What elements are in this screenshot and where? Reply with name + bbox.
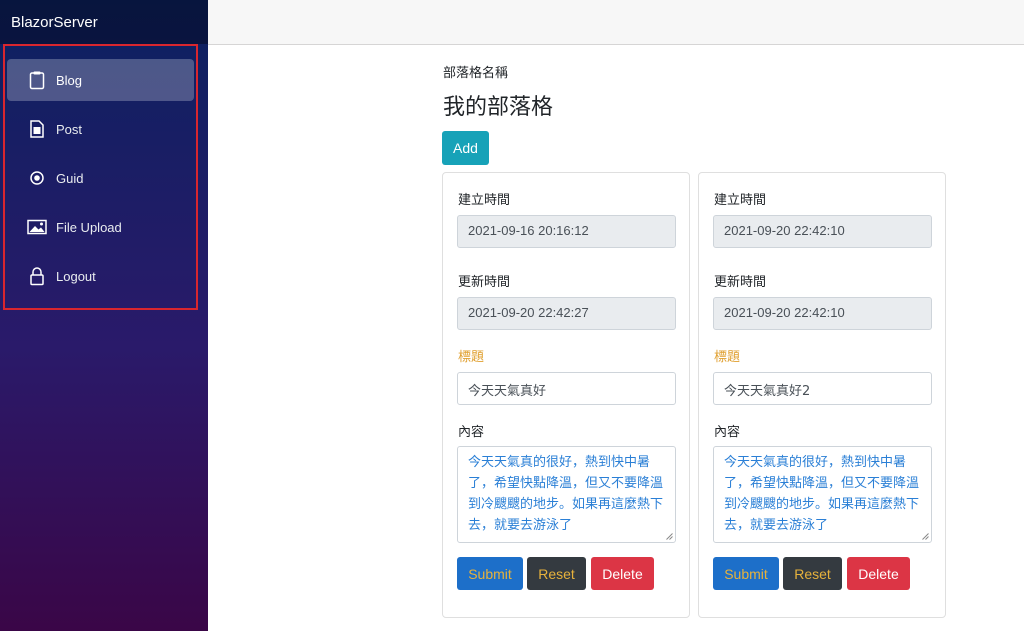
content-text: 今天天氣真的很好，熱到快中暑了，希望快點降溫，但又不要降溫到冷颼颼的地步。如果再… bbox=[468, 455, 664, 533]
image-icon bbox=[26, 216, 48, 238]
created-field: 2021-09-20 22:42:10 bbox=[713, 215, 932, 248]
top-row bbox=[208, 0, 1024, 45]
sidebar-item-label: Post bbox=[56, 121, 83, 137]
submit-button[interactable]: Submit bbox=[713, 557, 779, 590]
updated-label: 更新時間 bbox=[458, 275, 511, 290]
content-textarea[interactable]: 今天天氣真的很好，熱到快中暑了，希望快點降溫，但又不要降溫到冷颼颼的地步。如果再… bbox=[713, 446, 932, 543]
title-label: 標題 bbox=[458, 350, 485, 365]
submit-button[interactable]: Submit bbox=[457, 557, 523, 590]
blog-name-label: 部落格名稱 bbox=[443, 66, 509, 81]
lock-icon bbox=[26, 265, 48, 287]
document-icon bbox=[26, 118, 48, 140]
main-content: 部落格名稱 我的部落格 Add 建立時間 2021-09-16 20:16:12… bbox=[208, 45, 1024, 631]
radio-icon bbox=[26, 167, 48, 189]
sidebar-item-file-upload[interactable]: File Upload bbox=[7, 206, 194, 248]
created-label: 建立時間 bbox=[714, 193, 767, 208]
post-card: 建立時間 2021-09-16 20:16:12 更新時間 2021-09-20… bbox=[442, 172, 690, 618]
sidebar-item-guid[interactable]: Guid bbox=[7, 157, 194, 199]
sidebar-item-label: Logout bbox=[56, 268, 96, 284]
resize-grip-icon[interactable] bbox=[922, 533, 929, 540]
content-textarea[interactable]: 今天天氣真的很好，熱到快中暑了，希望快點降溫，但又不要降溫到冷颼颼的地步。如果再… bbox=[457, 446, 676, 543]
reset-button[interactable]: Reset bbox=[783, 557, 842, 590]
clipboard-icon bbox=[26, 69, 48, 91]
content-text: 今天天氣真的很好，熱到快中暑了，希望快點降溫，但又不要降溫到冷颼颼的地步。如果再… bbox=[724, 455, 920, 533]
reset-button[interactable]: Reset bbox=[527, 557, 586, 590]
sidebar: BlazorServer Blog Post Guid File Upload bbox=[0, 0, 208, 631]
brand-bar: BlazorServer bbox=[0, 0, 208, 44]
sidebar-item-label: Guid bbox=[56, 170, 84, 186]
created-field: 2021-09-16 20:16:12 bbox=[457, 215, 676, 248]
sidebar-item-label: File Upload bbox=[56, 219, 122, 235]
title-label: 標題 bbox=[714, 350, 741, 365]
sidebar-item-post[interactable]: Post bbox=[7, 108, 194, 150]
sidebar-item-label: Blog bbox=[56, 72, 83, 88]
delete-button[interactable]: Delete bbox=[847, 557, 910, 590]
sidebar-item-blog[interactable]: Blog bbox=[7, 59, 194, 101]
brand-link[interactable]: BlazorServer bbox=[11, 14, 98, 31]
updated-field: 2021-09-20 22:42:27 bbox=[457, 297, 676, 330]
nav-menu: Blog Post Guid File Upload Logout bbox=[3, 44, 198, 310]
delete-button[interactable]: Delete bbox=[591, 557, 654, 590]
updated-label: 更新時間 bbox=[714, 275, 767, 290]
sidebar-item-logout[interactable]: Logout bbox=[7, 255, 194, 297]
blog-name: 我的部落格 bbox=[443, 95, 554, 120]
content-label: 內容 bbox=[458, 425, 485, 440]
add-button[interactable]: Add bbox=[442, 131, 489, 165]
content-label: 內容 bbox=[714, 425, 741, 440]
title-input[interactable]: 今天天氣真好 bbox=[457, 372, 676, 405]
created-label: 建立時間 bbox=[458, 193, 511, 208]
title-input[interactable]: 今天天氣真好2 bbox=[713, 372, 932, 405]
updated-field: 2021-09-20 22:42:10 bbox=[713, 297, 932, 330]
post-card: 建立時間 2021-09-20 22:42:10 更新時間 2021-09-20… bbox=[698, 172, 946, 618]
resize-grip-icon[interactable] bbox=[666, 533, 673, 540]
